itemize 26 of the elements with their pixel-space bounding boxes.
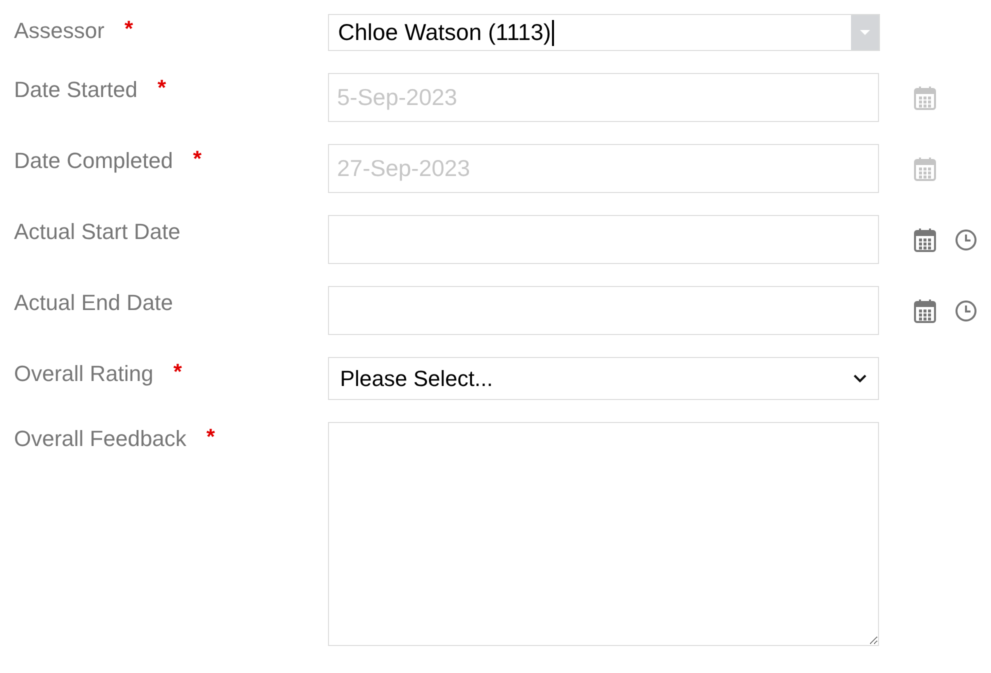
clock-icon[interactable] — [955, 228, 977, 250]
feedback-textarea[interactable] — [328, 422, 879, 646]
select-value: Please Select... — [340, 365, 493, 393]
field-label: Date Started — [14, 76, 138, 104]
field-label: Date Completed — [14, 147, 173, 175]
assessor-combobox[interactable]: Chloe Watson (1113) — [328, 14, 880, 51]
field-label: Actual End Date — [14, 289, 173, 317]
required-marker: * — [124, 17, 134, 41]
field-label: Actual Start Date — [14, 218, 180, 246]
required-marker: * — [206, 425, 215, 449]
dropdown-triangle-icon — [860, 30, 870, 35]
combobox-value: Chloe Watson (1113) — [337, 18, 552, 48]
chevron-down-icon — [853, 374, 867, 383]
dropdown-button[interactable] — [851, 15, 879, 50]
required-marker: * — [158, 76, 166, 100]
field-label: Overall Rating — [14, 360, 154, 388]
date-field[interactable] — [328, 286, 879, 335]
field-label: Assessor — [14, 17, 104, 45]
calendar-icon[interactable] — [914, 298, 936, 322]
clock-icon[interactable] — [955, 300, 977, 322]
field-label: Overall Feedback — [14, 425, 186, 453]
required-marker: * — [173, 360, 182, 384]
date-field[interactable] — [328, 215, 879, 264]
required-marker: * — [192, 147, 202, 171]
calendar-icon[interactable] — [914, 228, 936, 252]
rating-select[interactable]: Please Select... — [328, 357, 879, 400]
